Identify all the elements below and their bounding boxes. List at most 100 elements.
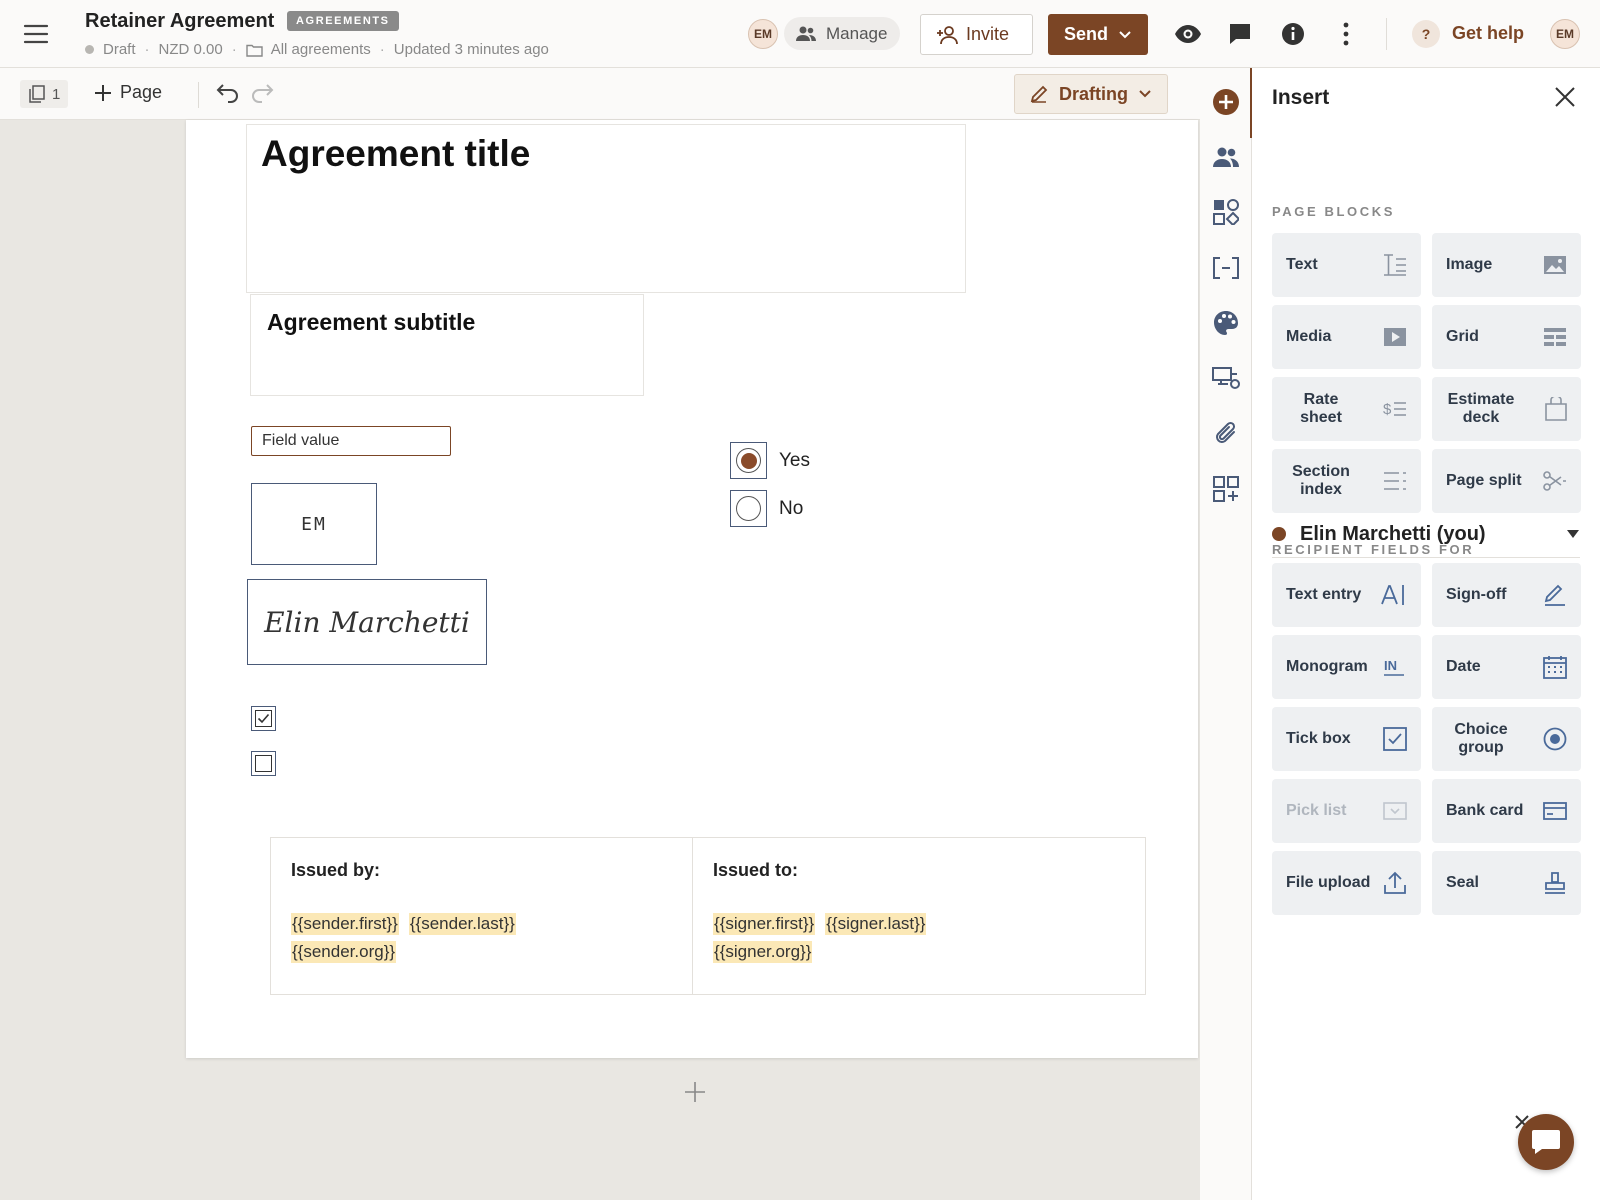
dropdown-icon: [1383, 802, 1407, 820]
info-icon[interactable]: [1279, 20, 1307, 48]
folder-link[interactable]: All agreements: [271, 41, 371, 58]
insert-section-index-block[interactable]: Section index: [1272, 449, 1421, 513]
tile-label: Text: [1286, 256, 1318, 273]
signature-field[interactable]: Elin Marchetti: [247, 579, 487, 665]
insert-estimate-deck-block[interactable]: Estimate deck: [1432, 377, 1581, 441]
manage-button[interactable]: Manage: [784, 17, 900, 50]
text-block-icon: [1384, 254, 1406, 276]
insert-rate-sheet-block[interactable]: Rate sheet $: [1272, 377, 1421, 441]
choice-option-yes[interactable]: Yes: [730, 442, 810, 479]
subtitle-block[interactable]: Agreement subtitle: [250, 294, 644, 396]
folder-icon: [246, 44, 263, 57]
help-question-icon[interactable]: ?: [1412, 20, 1440, 48]
invite-button[interactable]: Invite: [920, 14, 1033, 55]
redo-icon[interactable]: [250, 82, 274, 104]
pencil-icon: [1030, 85, 1048, 103]
tile-label: Media: [1286, 328, 1332, 345]
check-icon: [257, 713, 270, 724]
insert-file-upload-field[interactable]: File upload: [1272, 851, 1421, 915]
collaborator-avatar[interactable]: EM: [748, 19, 778, 49]
people-icon: [796, 26, 816, 41]
choice-label: Yes: [779, 449, 810, 471]
status-text: Draft: [103, 41, 136, 58]
add-page-below-plus-icon[interactable]: [684, 1081, 706, 1103]
insert-pick-list-field: Pick list: [1272, 779, 1421, 843]
tile-label: File upload: [1286, 874, 1371, 891]
attachment-paperclip-icon[interactable]: [1212, 420, 1240, 448]
caret-down-icon: [1567, 530, 1579, 538]
stamp-icon: [1545, 872, 1565, 894]
pages-icon: [29, 85, 45, 103]
preview-eye-icon[interactable]: [1174, 20, 1202, 48]
get-help-link[interactable]: Get help: [1452, 23, 1524, 44]
estimate-deck-icon: [1545, 397, 1567, 421]
merge-tag: {{signer.last}}: [825, 913, 927, 935]
insert-panel: Insert PAGE BLOCKS Text Image Media Grid…: [1252, 68, 1600, 1200]
choice-label: No: [779, 497, 804, 519]
media-play-icon: [1384, 328, 1406, 346]
page-count-button[interactable]: 1: [20, 80, 68, 108]
undo-icon[interactable]: [216, 82, 240, 104]
insert-choice-group-field[interactable]: Choice group: [1432, 707, 1581, 771]
document-title[interactable]: Retainer Agreement: [85, 10, 274, 33]
insert-tick-box-field[interactable]: Tick box: [1272, 707, 1421, 771]
radio-selected-icon: [736, 448, 761, 473]
insert-text-block[interactable]: Text: [1272, 233, 1421, 297]
toolbar-divider: [1386, 18, 1387, 50]
tick-box-unchecked[interactable]: [251, 751, 276, 776]
hamburger-menu-icon[interactable]: [22, 21, 50, 47]
merge-tag: {{sender.org}}: [291, 941, 397, 963]
text-entry-field[interactable]: Field value: [251, 426, 451, 456]
theme-palette-icon[interactable]: [1212, 309, 1240, 337]
title-block[interactable]: Agreement title: [246, 124, 966, 293]
updated-text: Updated 3 minutes ago: [393, 41, 549, 58]
insert-date-field[interactable]: Date: [1432, 635, 1581, 699]
insert-image-block[interactable]: Image: [1432, 233, 1581, 297]
recipients-icon[interactable]: [1212, 143, 1240, 171]
send-button[interactable]: Send: [1048, 14, 1148, 55]
top-bar: Retainer Agreement AGREEMENTS Draft · NZ…: [0, 0, 1600, 68]
choice-option-no[interactable]: No: [730, 490, 803, 527]
content-devices-icon[interactable]: [1212, 364, 1240, 392]
insert-monogram-field[interactable]: Monogram IN: [1272, 635, 1421, 699]
insert-sign-off-field[interactable]: Sign-off: [1432, 563, 1581, 627]
tick-box-checked[interactable]: [251, 706, 276, 731]
amount-text: NZD 0.00: [158, 41, 223, 58]
monogram-field[interactable]: EM: [251, 483, 377, 565]
blocks-library-icon[interactable]: [1212, 198, 1240, 226]
comments-icon[interactable]: [1226, 20, 1254, 48]
integrations-apps-icon[interactable]: [1212, 475, 1240, 503]
calendar-icon: [1543, 656, 1567, 679]
add-page-button[interactable]: Page: [94, 82, 162, 103]
insert-page-split-block[interactable]: Page split: [1432, 449, 1581, 513]
tile-label: Estimate deck: [1447, 391, 1515, 426]
insert-plus-icon[interactable]: [1212, 88, 1240, 116]
insert-media-block[interactable]: Media: [1272, 305, 1421, 369]
user-avatar[interactable]: EM: [1550, 19, 1580, 49]
tile-label: Pick list: [1286, 802, 1347, 819]
svg-text:IN: IN: [1384, 658, 1397, 673]
meta-separator: ·: [144, 41, 150, 58]
tile-label: Monogram: [1286, 658, 1368, 675]
insert-grid-block[interactable]: Grid: [1432, 305, 1581, 369]
insert-text-entry-field[interactable]: Text entry: [1272, 563, 1421, 627]
panel-title: Insert: [1272, 86, 1330, 109]
radio-unselected-icon: [736, 496, 761, 521]
insert-seal-field[interactable]: Seal: [1432, 851, 1581, 915]
chat-support-button[interactable]: [1518, 1114, 1574, 1170]
insert-bank-card-field[interactable]: Bank card: [1432, 779, 1581, 843]
svg-text:$: $: [1383, 401, 1392, 418]
drafting-mode-dropdown[interactable]: Drafting: [1014, 74, 1168, 114]
recipient-selector-dropdown[interactable]: Elin Marchetti (you): [1272, 516, 1580, 552]
merge-tag: {{sender.first}}: [291, 913, 399, 935]
variables-brackets-icon[interactable]: [1212, 254, 1240, 282]
agreement-title[interactable]: Agreement title: [261, 133, 530, 175]
checkbox-icon: [1383, 727, 1407, 751]
pen-icon: [1544, 584, 1565, 606]
close-icon[interactable]: [1554, 86, 1576, 108]
send-label: Send: [1064, 24, 1109, 44]
agreement-subtitle[interactable]: Agreement subtitle: [267, 309, 475, 336]
section-index-icon: [1384, 472, 1406, 490]
more-options-icon[interactable]: [1332, 20, 1360, 48]
issued-table[interactable]: Issued by: {{sender.first}} {{sender.last…: [270, 837, 1146, 995]
